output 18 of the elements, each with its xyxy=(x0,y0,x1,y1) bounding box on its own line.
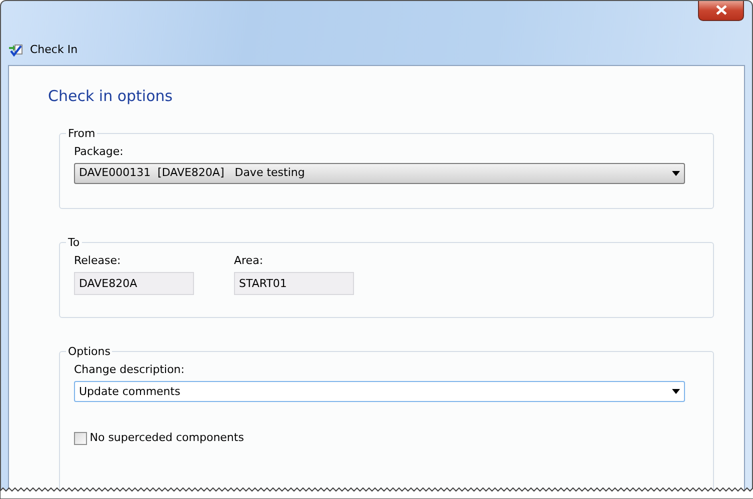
caret-icon xyxy=(672,170,680,176)
dropdown[interactable]: DAVE000131 [DAVE820A] Dave testing xyxy=(74,162,685,184)
field-label: Release: xyxy=(74,252,122,269)
text-field[interactable]: START01 xyxy=(234,272,354,295)
window-title: Check In xyxy=(30,42,78,58)
check-in-icon xyxy=(8,43,24,57)
group-legend: Options xyxy=(66,344,112,360)
close-button[interactable] xyxy=(698,1,744,21)
checkbox[interactable] xyxy=(74,432,87,445)
field-label: Package: xyxy=(74,144,124,160)
field-label: Area: xyxy=(234,252,264,269)
caret-icon xyxy=(672,389,680,394)
close-icon xyxy=(716,4,726,15)
dropdown[interactable]: Update comments xyxy=(74,381,685,402)
page-heading: Check in options xyxy=(48,86,174,107)
checkbox-label: No superceded components xyxy=(90,430,244,446)
field-label: Change description: xyxy=(74,362,186,378)
text-field[interactable]: DAVE820A xyxy=(74,272,194,295)
